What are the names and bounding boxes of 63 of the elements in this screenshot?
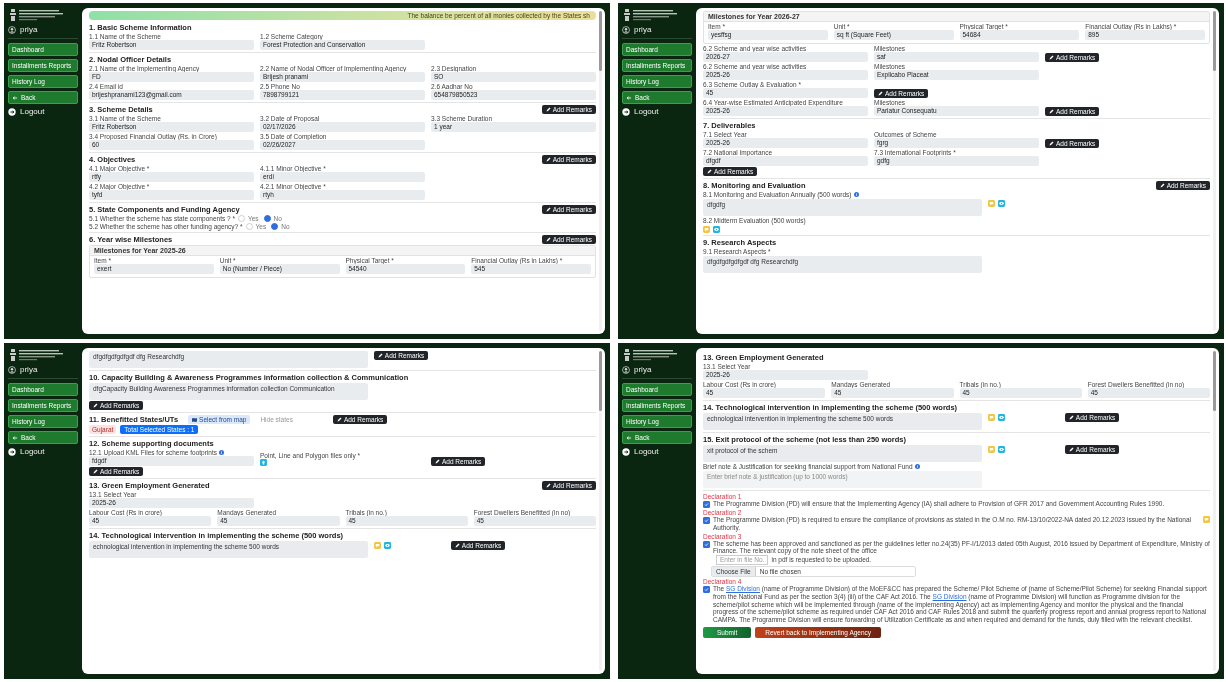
info-icon <box>219 450 224 455</box>
pencil-icon <box>545 207 551 212</box>
pencil-icon <box>1049 141 1054 146</box>
pencil-icon <box>545 157 551 162</box>
logo-drawing <box>8 8 64 22</box>
checkbox[interactable] <box>703 586 710 593</box>
user-icon <box>622 25 630 34</box>
checkbox[interactable] <box>703 540 710 548</box>
user-icon <box>8 25 16 34</box>
pencil-icon <box>454 543 460 548</box>
checkbox[interactable] <box>703 517 710 524</box>
logout-link[interactable]: Logout <box>20 107 45 116</box>
user-icon <box>8 365 16 374</box>
logout-link[interactable]: Logout <box>634 447 659 456</box>
pencil-icon <box>878 91 883 96</box>
user-name: priya <box>20 25 38 34</box>
logout-icon[interactable] <box>8 447 16 456</box>
logout-icon[interactable] <box>622 447 630 456</box>
upload-icon[interactable] <box>260 459 267 466</box>
pencil-icon <box>93 403 98 408</box>
user-name: priya <box>634 25 652 34</box>
logout-icon[interactable] <box>8 107 16 116</box>
pencil-icon <box>1159 183 1165 188</box>
arrow-left-icon <box>626 94 632 101</box>
comment-icon[interactable] <box>703 226 710 233</box>
logo-drawing <box>8 348 64 362</box>
radio-button[interactable] <box>263 215 271 222</box>
eye-icon[interactable] <box>997 414 1005 421</box>
logo-drawing <box>622 8 678 22</box>
pencil-icon <box>1068 447 1074 452</box>
pencil-icon <box>545 107 551 112</box>
pencil-icon <box>377 353 383 358</box>
logout-link[interactable]: Logout <box>20 447 45 456</box>
comment-icon[interactable] <box>987 446 995 453</box>
eye-icon[interactable] <box>997 446 1005 453</box>
logout-link[interactable]: Logout <box>634 107 659 116</box>
comment-icon[interactable] <box>1203 516 1210 523</box>
eye-icon[interactable] <box>997 200 1005 207</box>
arrow-left-icon <box>626 434 632 441</box>
pencil-icon <box>435 459 440 464</box>
eye-icon[interactable] <box>383 542 391 549</box>
checkbox[interactable] <box>703 501 710 508</box>
radio-button[interactable] <box>271 223 279 230</box>
arrow-left-icon <box>12 94 18 101</box>
pencil-icon <box>707 169 712 174</box>
user-name: priya <box>634 365 652 374</box>
logout-icon[interactable] <box>622 107 630 116</box>
pencil-icon <box>545 483 551 488</box>
map-icon <box>192 417 198 422</box>
user-icon <box>622 365 630 374</box>
pencil-icon <box>93 469 98 474</box>
arrow-left-icon <box>12 434 18 441</box>
comment-icon[interactable] <box>987 200 995 207</box>
logo-drawing <box>622 348 678 362</box>
pencil-icon <box>1049 109 1054 114</box>
comment-icon[interactable] <box>987 414 995 421</box>
user-name: priya <box>20 365 38 374</box>
eye-icon[interactable] <box>713 226 720 233</box>
comment-icon[interactable] <box>373 542 381 549</box>
pencil-icon <box>545 237 551 242</box>
pencil-icon <box>1068 415 1074 420</box>
pencil-icon <box>1049 55 1054 60</box>
pencil-icon <box>336 417 342 422</box>
